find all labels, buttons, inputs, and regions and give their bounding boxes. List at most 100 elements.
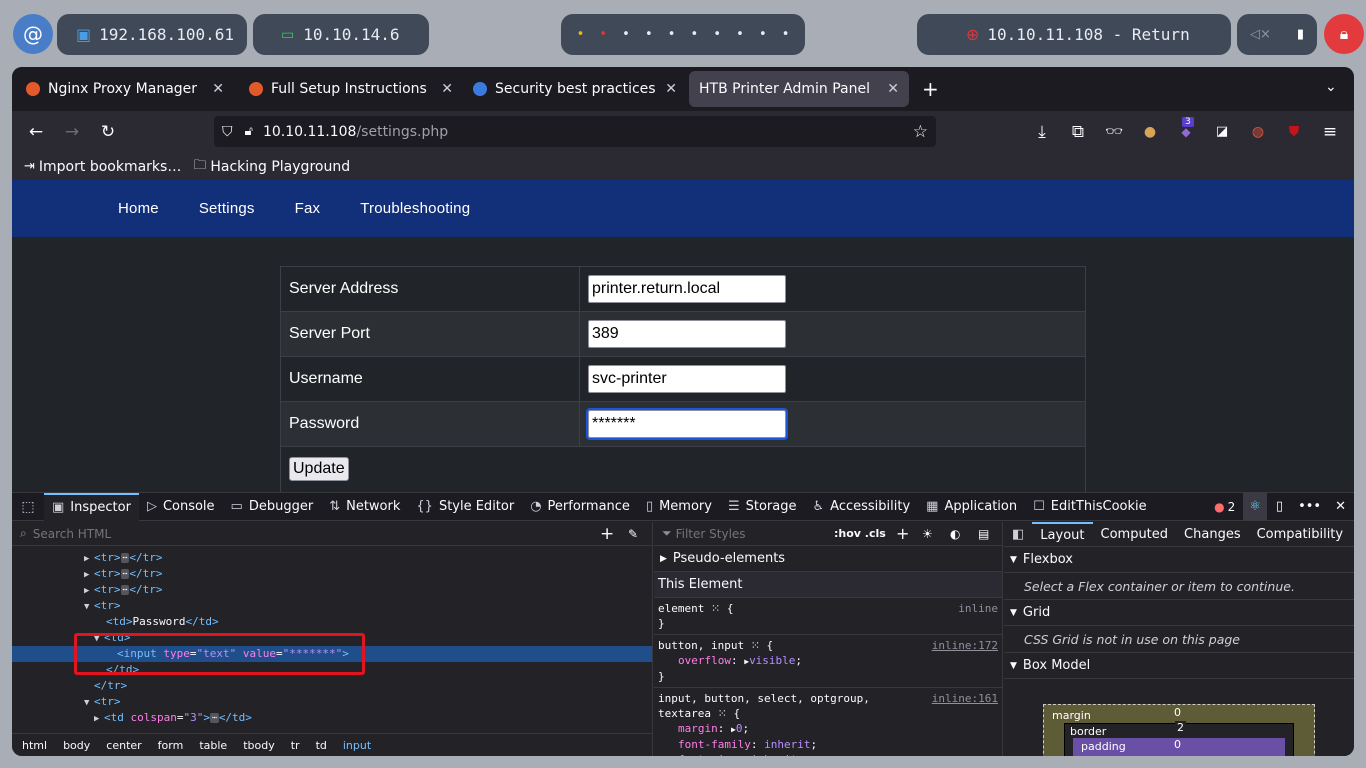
tab-memory[interactable]: ▯ Memory	[638, 493, 720, 521]
print-icon[interactable]: ▤	[978, 527, 989, 541]
close-icon[interactable]: ✕	[665, 81, 677, 97]
more-options-icon[interactable]: •••	[1292, 499, 1327, 514]
contrast-icon[interactable]: ◐	[950, 527, 960, 541]
wappalyzer-icon[interactable]: 👓︎	[1104, 122, 1124, 142]
close-icon[interactable]: ✕	[441, 81, 453, 97]
tab-compatibility[interactable]: Compatibility	[1249, 522, 1352, 546]
breadcrumb-item[interactable]: body	[63, 739, 90, 752]
mute-icon[interactable]: ◁×	[1250, 27, 1271, 42]
css-declaration[interactable]: font-family: inherit;	[658, 737, 998, 752]
tab-network[interactable]: ⇅ Network	[321, 493, 408, 521]
local-ip-pill[interactable]: ▣ 192.168.100.61	[57, 14, 247, 55]
workspace-dot[interactable]: •	[622, 27, 630, 42]
tab-htb-printer-admin[interactable]: HTB Printer Admin Panel ✕	[689, 71, 909, 107]
tab-accessibility[interactable]: ♿︎ Accessibility	[805, 493, 919, 521]
bookmark-import[interactable]: ⇥ Import bookmarks…	[24, 159, 181, 175]
css-declaration[interactable]: font-size: inherit;	[658, 752, 998, 756]
error-icon[interactable]: ●	[1214, 500, 1224, 514]
forward-icon[interactable]: →	[62, 122, 82, 142]
tab-full-setup[interactable]: Full Setup Instructions | N ✕	[239, 71, 463, 107]
url-bar[interactable]: ⛉ 🔓︎ 10.10.11.108/settings.php ☆	[214, 116, 936, 147]
tree-node[interactable]: </tr>	[12, 678, 652, 694]
menu-icon[interactable]: ≡	[1320, 122, 1340, 142]
add-node-icon[interactable]: +	[600, 524, 614, 544]
reload-icon[interactable]: ↻	[98, 122, 118, 142]
rule-selector[interactable]: element	[658, 602, 704, 615]
eyedropper-icon[interactable]: ✎	[628, 527, 638, 541]
rule-source-link[interactable]: inline:172	[932, 638, 998, 653]
close-icon[interactable]: ✕	[212, 81, 224, 97]
add-rule-icon[interactable]: +	[896, 524, 909, 543]
tab-application[interactable]: ▦ Application	[918, 493, 1025, 521]
toggle-sidebar-icon[interactable]: ◧	[1004, 527, 1032, 542]
update-button[interactable]: Update	[289, 457, 349, 482]
star-icon[interactable]: ☆	[913, 122, 928, 142]
tab-console[interactable]: ▷ Console	[139, 493, 223, 521]
foxyproxy-icon[interactable]: ◪	[1212, 122, 1232, 142]
vpn-ip-pill[interactable]: ▭ 10.10.14.6	[253, 14, 429, 55]
tab-performance[interactable]: ◔ Performance	[522, 493, 638, 521]
breadcrumb-item[interactable]: html	[22, 739, 47, 752]
hackbar-icon[interactable]: ◍	[1248, 122, 1268, 142]
workspace-dot[interactable]: •	[599, 27, 607, 42]
workspace-dot[interactable]: •	[645, 27, 653, 42]
workspace-dot[interactable]: •	[736, 27, 744, 42]
breadcrumb-item[interactable]: td	[316, 739, 327, 752]
password-input[interactable]	[586, 408, 788, 440]
close-icon[interactable]: ✕	[887, 81, 899, 97]
shield-icon[interactable]: ⛉	[222, 124, 233, 140]
tab-layout[interactable]: Layout	[1032, 522, 1093, 546]
margin-value[interactable]: 0	[1174, 706, 1181, 719]
breadcrumb-item[interactable]: table	[199, 739, 227, 752]
css-declaration[interactable]: margin: ▶0;	[658, 721, 998, 737]
tree-node[interactable]: ▼ <tr>	[12, 694, 652, 710]
os-logo-button[interactable]: @	[13, 14, 53, 54]
nav-link-home[interactable]: Home	[118, 200, 159, 217]
pick-element-icon[interactable]: ⬚	[12, 499, 44, 515]
tab-security-best-practices[interactable]: Security best practices | ✕	[463, 71, 687, 107]
breadcrumb-item[interactable]: tr	[291, 739, 300, 752]
cookie-icon[interactable]: ●	[1140, 122, 1160, 142]
grid-header[interactable]: ▼ Grid	[1004, 600, 1354, 626]
close-devtools-icon[interactable]: ✕	[1327, 499, 1354, 514]
tab-debugger[interactable]: ▭ Debugger	[223, 493, 322, 521]
nav-link-fax[interactable]: Fax	[295, 200, 321, 217]
tree-node[interactable]: <td>Password</td>	[12, 614, 652, 630]
tab-computed[interactable]: Computed	[1093, 522, 1177, 546]
rule-selector[interactable]: button, input	[658, 639, 744, 652]
tab-inspector[interactable]: ▣ Inspector	[44, 492, 139, 521]
breadcrumb-item[interactable]: tbody	[243, 739, 275, 752]
workspace-dot[interactable]: •	[577, 27, 585, 42]
bookmark-hacking-playground[interactable]: 🗀︎ Hacking Playground	[193, 156, 350, 178]
target-pill[interactable]: ⊕ 10.10.11.108 - Return	[917, 14, 1231, 55]
battery-icon[interactable]: ▮	[1297, 27, 1304, 42]
tree-node[interactable]: ▶ <tr> ⋯ </tr>	[12, 550, 652, 566]
tree-node[interactable]: ▶ <td colspan="3"> ⋯ </td>	[12, 710, 652, 726]
tray-pill[interactable]: ◁× ▮	[1237, 14, 1317, 55]
pseudo-elements-header[interactable]: ▶ Pseudo-elements	[654, 546, 1002, 572]
chevron-down-icon[interactable]: ⌄	[1325, 79, 1337, 95]
padding-value[interactable]: 0	[1174, 738, 1181, 751]
light-theme-icon[interactable]: ☀	[922, 527, 933, 541]
workspace-switcher[interactable]: • • • • • • • • • •	[561, 14, 805, 55]
server-address-input[interactable]	[588, 275, 786, 303]
username-input[interactable]	[588, 365, 786, 393]
workspace-dot[interactable]: •	[668, 27, 676, 42]
border-value[interactable]: 2	[1175, 721, 1186, 734]
react-icon[interactable]: ⚛	[1243, 492, 1267, 521]
workspace-dot[interactable]: •	[782, 27, 790, 42]
tab-changes[interactable]: Changes	[1176, 522, 1249, 546]
new-tab-icon[interactable]: +	[922, 77, 939, 101]
flexbox-header[interactable]: ▼ Flexbox	[1004, 547, 1354, 573]
server-port-input[interactable]	[588, 320, 786, 348]
tab-nginx-proxy-manager[interactable]: Nginx Proxy Manager ✕	[16, 71, 234, 107]
tab-style-editor[interactable]: {} Style Editor	[408, 493, 522, 521]
downloads-icon[interactable]: ⤓	[1032, 122, 1052, 142]
tab-editthiscookie[interactable]: ☐ EditThisCookie	[1025, 493, 1155, 521]
nav-link-troubleshooting[interactable]: Troubleshooting	[360, 200, 470, 217]
rule-selector[interactable]: input, button, select, optgroup, textare…	[658, 692, 870, 720]
tree-node[interactable]: ▶ <tr> ⋯ </tr>	[12, 582, 652, 598]
workspace-dot[interactable]: •	[759, 27, 767, 42]
rule-source-link[interactable]: inline:161	[932, 691, 998, 706]
hov-cls-toggle[interactable]: :hov .cls	[834, 527, 886, 540]
